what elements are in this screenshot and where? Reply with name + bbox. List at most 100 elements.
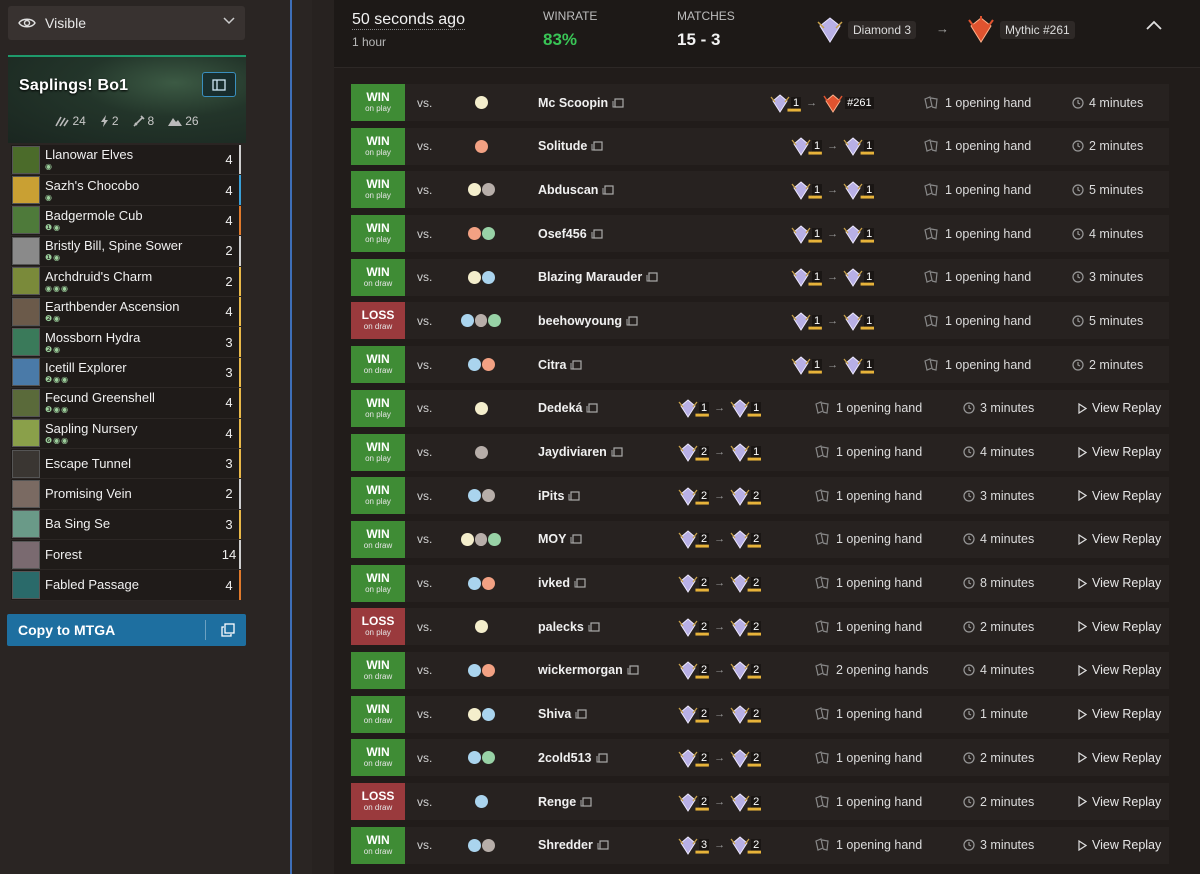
opening-hands[interactable]: 1 opening hand — [814, 620, 922, 634]
view-replay-button[interactable]: View Replay — [1078, 707, 1161, 721]
deck-card-row[interactable]: Escape Tunnel 3 — [11, 448, 241, 480]
opening-hands[interactable]: 1 opening hand — [814, 401, 922, 415]
deck-card-row[interactable]: Sazh's Chocobo ◉ 4 — [11, 175, 241, 206]
opening-hands[interactable]: 1 opening hand — [923, 139, 1031, 153]
opponent-name[interactable]: Shiva — [538, 707, 588, 721]
match-row[interactable]: WIN on draw vs. Blazing Marauder 1 ■■■■■ → 1 ■■■… — [351, 258, 1169, 296]
opponent-name[interactable]: Renge — [538, 795, 593, 809]
deck-details-button[interactable] — [202, 72, 236, 97]
opening-hands[interactable]: 1 opening hand — [923, 358, 1031, 372]
deck-icon[interactable] — [611, 447, 624, 457]
opponent-name[interactable]: Abduscan — [538, 183, 615, 197]
opponent-name[interactable]: palecks — [538, 620, 601, 634]
deck-icon[interactable] — [597, 840, 610, 850]
match-row[interactable]: LOSS on draw vs. beehowyoung 1 ■■■■■ → 1 ■■■■■ 1 … — [351, 302, 1169, 340]
deck-icon[interactable] — [568, 491, 581, 501]
opponent-name[interactable]: iPits — [538, 489, 581, 503]
view-replay-button[interactable]: View Replay — [1078, 795, 1161, 809]
deck-card-row[interactable]: Mossborn Hydra ❷◉ 3 — [11, 327, 241, 358]
match-row[interactable]: WIN on play vs. ivked 2 ■■■■■ → 2 ■■■■■ 1 opening… — [351, 564, 1169, 602]
deck-card-row[interactable]: Badgermole Cub ❶◉ 4 — [11, 205, 241, 237]
match-row[interactable]: WIN on play vs. Osef456 1 ■■■■■ → 1 ■■■■■ 1 openi… — [351, 215, 1169, 253]
visibility-dropdown[interactable]: Visible — [8, 6, 245, 40]
opponent-name[interactable]: Solitude — [538, 139, 604, 153]
deck-icon[interactable] — [580, 796, 593, 807]
opening-hands[interactable]: 1 opening hand — [814, 576, 922, 590]
deck-icon[interactable] — [574, 578, 587, 588]
match-row[interactable]: LOSS on play vs. palecks 2 ■■■■■ → 2 ■■■■■ 1 open… — [351, 608, 1169, 646]
deck-icon[interactable] — [575, 709, 588, 719]
deck-icon[interactable] — [570, 360, 583, 370]
opening-hands[interactable]: 1 opening hand — [814, 751, 922, 765]
match-row[interactable]: WIN on draw vs. wickermorgan 2 ■■■■■ → 2 ■■■■■ 2 … — [351, 651, 1169, 689]
collapse-chevron-icon[interactable] — [1146, 20, 1162, 30]
deck-card-row[interactable]: Forest 14 — [11, 540, 241, 571]
match-row[interactable]: LOSS on draw vs. Renge 2 ■■■■■ → 2 ■■■■■ 1 openin… — [351, 783, 1169, 820]
opponent-name[interactable]: ivked — [538, 576, 587, 590]
deck-card-row[interactable]: Fecund Greenshell ❸◉◉ 4 — [11, 388, 241, 419]
view-replay-button[interactable]: View Replay — [1078, 445, 1161, 459]
match-row[interactable]: WIN on play vs. Dedeká 1 ■■■■■ → 1 ■■■■■ 1 openin… — [351, 389, 1169, 427]
deck-card-row[interactable]: Icetill Explorer ❷◉◉ 3 — [11, 357, 241, 389]
match-row[interactable]: WIN on play vs. Solitude 1 ■■■■■ → 1 ■■■■■ 1 open… — [351, 127, 1169, 165]
deck-icon[interactable] — [591, 228, 604, 239]
opening-hands[interactable]: 1 opening hand — [814, 795, 922, 809]
view-replay-button[interactable]: View Replay — [1078, 663, 1161, 677]
deck-card-row[interactable]: Ba Sing Se 3 — [11, 509, 241, 541]
opening-hands[interactable]: 1 opening hand — [814, 445, 922, 459]
match-row[interactable]: WIN on draw vs. 2cold513 2 ■■■■■ → 2 ■■■■■ 1 open… — [351, 739, 1169, 777]
opponent-name[interactable]: Citra — [538, 358, 583, 372]
match-row[interactable]: WIN on play vs. iPits 2 ■■■■■ → 2 ■■■■■ 1 opening… — [351, 477, 1169, 515]
opponent-name[interactable]: Dedeká — [538, 401, 599, 415]
opening-hands[interactable]: 1 opening hand — [814, 489, 922, 503]
deck-icon[interactable] — [612, 97, 625, 108]
opening-hands[interactable]: 1 opening hand — [923, 96, 1031, 110]
match-row[interactable]: WIN on play vs. Mc Scoopin 1 ■■■■■ → #261 1 open… — [351, 84, 1169, 121]
deck-card-row[interactable]: Archdruid's Charm ◉◉◉ 2 — [11, 266, 241, 297]
deck-icon[interactable] — [570, 534, 583, 544]
copy-to-mtga-button[interactable]: Copy to MTGA — [7, 614, 246, 646]
view-replay-button[interactable]: View Replay — [1078, 751, 1161, 765]
opponent-name[interactable]: Osef456 — [538, 227, 604, 241]
match-row[interactable]: WIN on play vs. Abduscan 1 ■■■■■ → 1 ■■■■■ 1 open… — [351, 171, 1169, 209]
view-replay-button[interactable]: View Replay — [1078, 489, 1161, 503]
opening-hands[interactable]: 1 opening hand — [923, 314, 1031, 328]
opening-hands[interactable]: 1 opening hand — [923, 183, 1031, 197]
opponent-name[interactable]: Mc Scoopin — [538, 96, 625, 110]
match-row[interactable]: WIN on play vs. Jaydiviaren 2 ■■■■■ → 1 ■■■■■ 1 o… — [351, 433, 1169, 471]
opening-hands[interactable]: 1 opening hand — [814, 838, 922, 852]
opening-hands[interactable]: 2 opening hands — [814, 663, 928, 677]
opening-hands[interactable]: 1 opening hand — [814, 707, 922, 721]
view-replay-button[interactable]: View Replay — [1078, 576, 1161, 590]
opening-hands[interactable]: 1 opening hand — [923, 270, 1031, 284]
opponent-name[interactable]: Jaydiviaren — [538, 445, 624, 459]
deck-card-row[interactable]: Fabled Passage 4 — [11, 570, 241, 601]
deck-icon[interactable] — [627, 665, 640, 676]
view-replay-button[interactable]: View Replay — [1078, 838, 1161, 852]
deck-icon[interactable] — [586, 403, 599, 413]
deck-icon[interactable] — [626, 316, 639, 326]
deck-card-row[interactable]: Bristly Bill, Spine Sower ❶◉ 2 — [11, 236, 241, 267]
deck-icon[interactable] — [646, 272, 659, 282]
deck-card-row[interactable]: Sapling Nursery ❻◉◉ 4 — [11, 418, 241, 449]
opening-hands[interactable]: 1 opening hand — [814, 532, 922, 546]
deck-icon[interactable] — [596, 753, 609, 763]
deck-icon[interactable] — [588, 622, 601, 632]
opponent-name[interactable]: MOY — [538, 532, 583, 546]
view-replay-button[interactable]: View Replay — [1078, 532, 1161, 546]
opponent-name[interactable]: Shredder — [538, 838, 610, 852]
view-replay-button[interactable]: View Replay — [1078, 620, 1161, 634]
opponent-name[interactable]: Blazing Marauder — [538, 270, 659, 284]
match-row[interactable]: WIN on draw vs. Shredder 3 ■■■■■ → 2 ■■■■■ 1 open… — [351, 826, 1169, 864]
deck-card-row[interactable]: Promising Vein 2 — [11, 479, 241, 510]
opening-hands[interactable]: 1 opening hand — [923, 227, 1031, 241]
deck-card-row[interactable]: Llanowar Elves ◉ 4 — [11, 145, 241, 176]
deck-icon[interactable] — [591, 141, 604, 151]
match-row[interactable]: WIN on draw vs. Shiva 2 ■■■■■ → 2 ■■■■■ 1 opening… — [351, 695, 1169, 733]
view-replay-button[interactable]: View Replay — [1078, 401, 1161, 415]
deck-icon[interactable] — [602, 185, 615, 195]
match-row[interactable]: WIN on draw vs. MOY 2 ■■■■■ → 2 ■■■■■ 1 opening h… — [351, 520, 1169, 558]
opponent-name[interactable]: 2cold513 — [538, 751, 609, 765]
match-row[interactable]: WIN on draw vs. Citra 1 ■■■■■ → 1 ■■■■■ 1 opening… — [351, 346, 1169, 384]
deck-card-row[interactable]: Earthbender Ascension ❷◉ 4 — [11, 296, 241, 328]
